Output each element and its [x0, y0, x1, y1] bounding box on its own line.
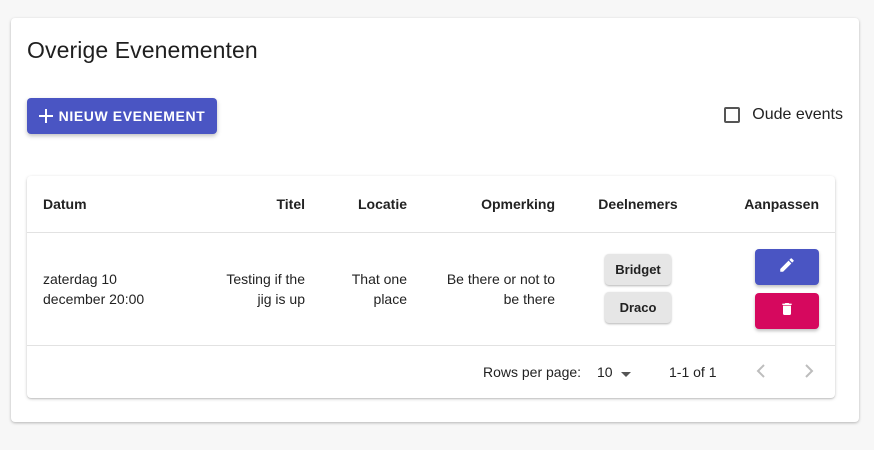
pagination-range: 1-1 of 1	[669, 364, 717, 380]
table-header-row: Datum Titel Locatie Opmerking Deelnemers…	[27, 176, 835, 233]
old-events-label: Oude events	[752, 106, 843, 123]
events-table: Datum Titel Locatie Opmerking Deelnemers…	[27, 176, 835, 346]
header-aanpassen: Aanpassen	[705, 176, 835, 233]
page-title: Overige Evenementen	[27, 37, 258, 63]
new-event-button[interactable]: NIEUW EVENEMENT	[27, 98, 217, 134]
pencil-icon	[778, 256, 796, 277]
cell-aanpassen	[705, 232, 835, 346]
cell-deelnemers: Bridget Draco	[571, 232, 705, 346]
events-table-card: Datum Titel Locatie Opmerking Deelnemers…	[27, 176, 835, 398]
locatie-line: That one	[351, 270, 407, 287]
edit-button[interactable]	[755, 248, 819, 285]
events-card: Overige Evenementen NIEUW EVENEMENT Oude…	[11, 18, 859, 422]
old-events-checkbox[interactable]	[724, 107, 741, 123]
opmerking-line: be there	[503, 290, 555, 307]
cell-locatie: That one place	[321, 232, 423, 346]
cell-titel: Testing if the jig is up	[207, 232, 321, 346]
chevron-right-icon	[804, 363, 814, 381]
cell-datum: zaterdag 10 december 20:00	[27, 232, 207, 346]
cell-opmerking: Be there or not to be there	[423, 232, 571, 346]
previous-page-button[interactable]	[747, 358, 775, 386]
header-deelnemers[interactable]: Deelnemers	[571, 176, 705, 233]
header-datum[interactable]: Datum	[27, 176, 207, 233]
table-pagination: Rows per page: 10 1-1 of 1	[27, 346, 835, 398]
new-event-button-label: NIEUW EVENEMENT	[58, 108, 206, 124]
datum-line: december 20:00	[43, 290, 145, 307]
rows-per-page-value: 10	[597, 364, 613, 380]
opmerking-line: Be there or not to	[446, 270, 555, 287]
locatie-line: place	[373, 290, 407, 307]
old-events-toggle[interactable]: Oude events	[724, 106, 843, 124]
plus-icon	[38, 109, 53, 123]
chevron-left-icon	[756, 363, 766, 381]
datum-line: zaterdag 10	[43, 270, 117, 287]
header-titel[interactable]: Titel	[207, 176, 321, 233]
delete-button[interactable]	[755, 292, 819, 329]
participant-chip[interactable]: Bridget	[605, 254, 671, 285]
titel-line: jig is up	[257, 290, 305, 307]
header-opmerking[interactable]: Opmerking	[423, 176, 571, 233]
participant-chip[interactable]: Draco	[605, 292, 671, 323]
next-page-button[interactable]	[795, 358, 823, 386]
header-locatie[interactable]: Locatie	[321, 176, 423, 233]
titel-line: Testing if the	[226, 270, 305, 287]
table-row: zaterdag 10 december 20:00 Testing if th…	[27, 232, 835, 346]
rows-per-page-select[interactable]: 10	[597, 364, 631, 380]
caret-down-icon	[620, 364, 631, 380]
trash-icon	[779, 300, 795, 321]
rows-per-page-label: Rows per page:	[483, 364, 582, 380]
